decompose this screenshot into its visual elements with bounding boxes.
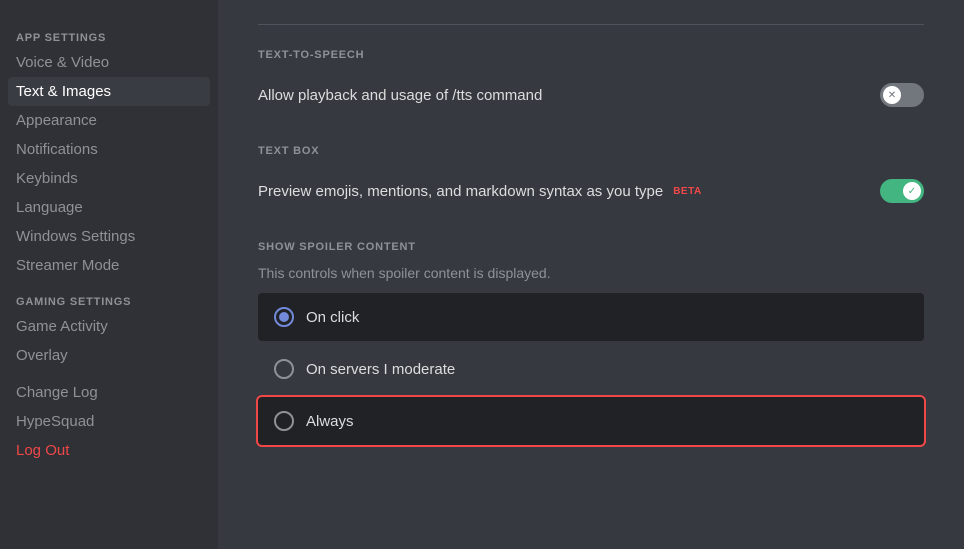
sidebar-item-label: Appearance (16, 112, 97, 129)
spoiler-option-on-click[interactable]: On click (258, 293, 924, 341)
spoiler-section-label: SHOW SPOILER CONTENT (258, 241, 924, 253)
sidebar-item-voice-video[interactable]: Voice & Video (8, 48, 210, 77)
radio-circle-always (274, 411, 294, 431)
sidebar-item-label: Game Activity (16, 318, 108, 335)
sidebar-item-change-log[interactable]: Change Log (8, 378, 210, 407)
sidebar-item-notifications[interactable]: Notifications (8, 135, 210, 164)
textbox-toggle[interactable] (880, 179, 924, 203)
sidebar-item-label: Streamer Mode (16, 257, 119, 274)
tts-toggle[interactable] (880, 83, 924, 107)
tts-toggle-knob (883, 86, 901, 104)
spoiler-option-on-servers[interactable]: On servers I moderate (258, 345, 924, 393)
sidebar-item-label: Change Log (16, 384, 98, 401)
sidebar-item-windows-settings[interactable]: Windows Settings (8, 222, 210, 251)
sidebar-item-label: Keybinds (16, 170, 78, 187)
radio-circle-on-click (274, 307, 294, 327)
spoiler-option-always[interactable]: Always (258, 397, 924, 445)
tts-setting-row: Allow playback and usage of /tts command (258, 73, 924, 117)
sidebar-item-hypesquad[interactable]: HypeSquad (8, 407, 210, 436)
tts-block: TEXT-TO-SPEECH Allow playback and usage … (258, 49, 924, 117)
radio-circle-on-servers (274, 359, 294, 379)
textbox-toggle-knob (903, 182, 921, 200)
sidebar-item-streamer-mode[interactable]: Streamer Mode (8, 251, 210, 280)
sidebar-item-keybinds[interactable]: Keybinds (8, 164, 210, 193)
sidebar-item-overlay[interactable]: Overlay (8, 341, 210, 370)
textbox-section-label: TEXT BOX (258, 145, 924, 157)
sidebar-item-label: Text & Images (16, 83, 111, 100)
textbox-block: TEXT BOX Preview emojis, mentions, and m… (258, 145, 924, 213)
textbox-toggle-label: Preview emojis, mentions, and markdown s… (258, 183, 702, 200)
sidebar-item-logout[interactable]: Log Out (8, 436, 210, 465)
gaming-settings-label: GAMING SETTINGS (8, 288, 210, 312)
beta-badge: BETA (673, 186, 701, 197)
sidebar-item-language[interactable]: Language (8, 193, 210, 222)
spoiler-description: This controls when spoiler content is di… (258, 265, 924, 281)
sidebar-item-game-activity[interactable]: Game Activity (8, 312, 210, 341)
sidebar-item-label: Voice & Video (16, 54, 109, 71)
tts-section-label: TEXT-TO-SPEECH (258, 49, 924, 61)
tts-toggle-label: Allow playback and usage of /tts command (258, 87, 542, 104)
sidebar-item-label: Windows Settings (16, 228, 135, 245)
sidebar-item-label: Language (16, 199, 83, 216)
sidebar: APP SETTINGS Voice & Video Text & Images… (0, 0, 218, 549)
main-content: TEXT-TO-SPEECH Allow playback and usage … (218, 0, 964, 549)
sidebar-item-label: Overlay (16, 347, 68, 364)
radio-label-on-servers: On servers I moderate (306, 361, 455, 378)
top-divider (258, 24, 924, 25)
radio-label-on-click: On click (306, 309, 359, 326)
logout-label: Log Out (16, 442, 69, 459)
textbox-setting-row: Preview emojis, mentions, and markdown s… (258, 169, 924, 213)
spoiler-block: SHOW SPOILER CONTENT This controls when … (258, 241, 924, 445)
radio-label-always: Always (306, 413, 354, 430)
sidebar-item-label: Notifications (16, 141, 98, 158)
app-settings-label: APP SETTINGS (8, 24, 210, 48)
sidebar-item-appearance[interactable]: Appearance (8, 106, 210, 135)
sidebar-item-label: HypeSquad (16, 413, 94, 430)
sidebar-item-text-images[interactable]: Text & Images (8, 77, 210, 106)
